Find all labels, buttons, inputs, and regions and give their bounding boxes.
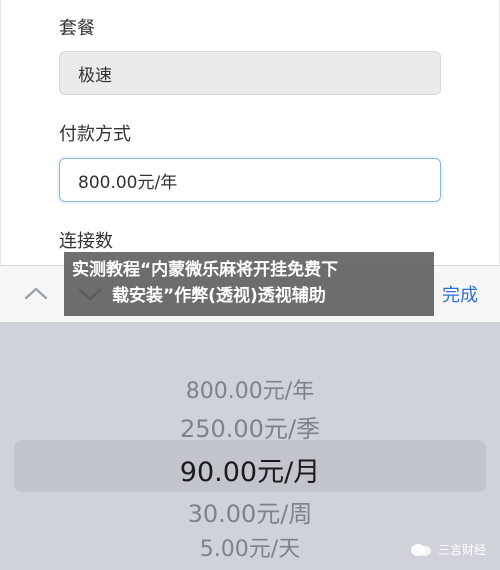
plan-label: 套餐 [59,18,95,39]
payment-form: 套餐 极速 付款方式 800.00元/年 连接数 [0,0,500,265]
chevron-up-icon[interactable] [22,280,50,308]
overlay-caption-line1: 实测教程“内蒙微乐麻将开挂免费下 [72,260,339,280]
payment-picker[interactable]: 800.00元/年 250.00元/季 90.00元/月 30.00元/周 5.… [0,323,500,570]
payment-method-field[interactable]: 800.00元/年 [59,158,441,202]
picker-option[interactable]: 800.00元/年 [0,373,500,405]
picker-option[interactable]: 250.00元/季 [0,409,500,444]
done-button[interactable]: 完成 [442,281,478,307]
picker-option[interactable]: 30.00元/周 [0,494,500,529]
picker-option-selected[interactable]: 90.00元/月 [0,450,500,489]
watermark: 三言财经 [410,541,486,558]
plan-field[interactable]: 极速 [59,51,441,95]
overlay-caption-line2: 载安装”作弊(透视)透视辅助 [112,286,326,306]
overlay-caption: 实测教程“内蒙微乐麻将开挂免费下 载安装”作弊(透视)透视辅助 [64,252,434,316]
connections-label: 连接数 [59,231,113,252]
wechat-icon [410,543,432,557]
watermark-text: 三言财经 [437,543,486,557]
payment-method-label: 付款方式 [59,124,131,145]
